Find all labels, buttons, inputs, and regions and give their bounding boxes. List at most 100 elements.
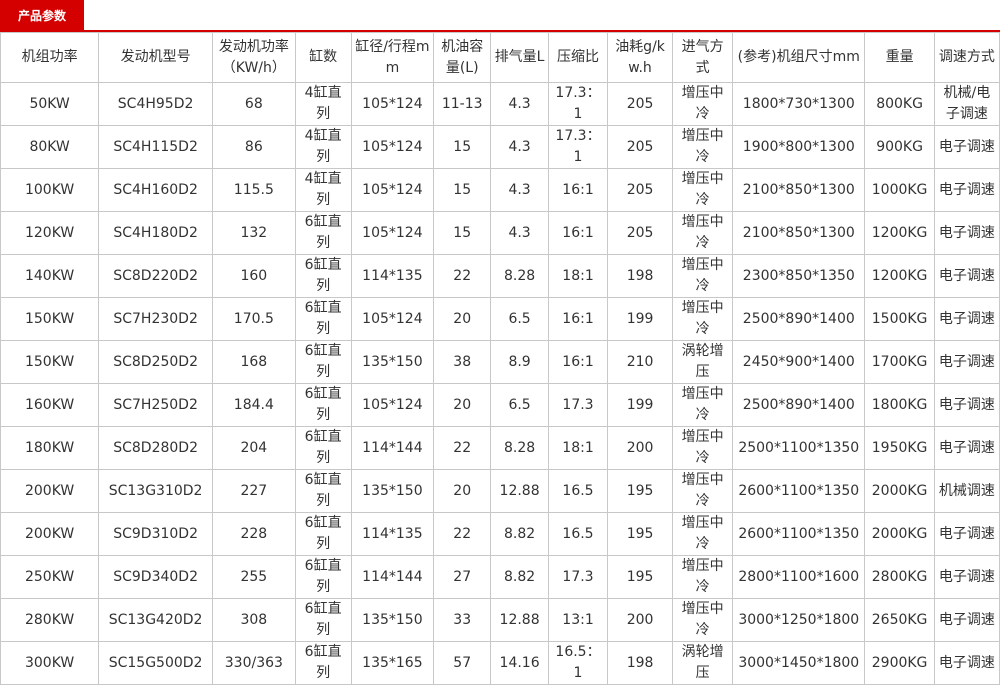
table-row: 180KW SC8D280D2 204 6缸直列 114*144 22 8.28 18:1 20… (0, 426, 1000, 470)
table-cell: 增压中冷 (672, 512, 734, 556)
table-cell: 330/363 (211, 641, 296, 685)
table-cell: 11-13 (433, 82, 492, 126)
table-cell: 增压中冷 (672, 168, 734, 212)
table-cell: 电子调速 (933, 297, 1000, 341)
table-cell: SC13G310D2 (98, 469, 213, 513)
table-cell: 160KW (0, 383, 100, 427)
header-cell: 进气方式 (672, 32, 734, 83)
table-cell: 1900*800*1300 (732, 125, 866, 169)
table-cell: 增压中冷 (672, 426, 734, 470)
table-cell: 100KW (0, 168, 100, 212)
table-cell: 22 (433, 254, 492, 298)
table-cell: SC4H115D2 (98, 125, 213, 169)
table-cell: 20 (433, 383, 492, 427)
tab-product-params[interactable]: 产品参数 (0, 0, 84, 32)
header-row: 机组功率 发动机型号 发动机功率（KW/h） 缸数 缸径/行程mm 机油容量(L… (0, 32, 1000, 83)
table-cell: 17.3：1 (548, 125, 608, 169)
table-cell: 12.88 (490, 469, 550, 513)
table-cell: 1200KG (864, 254, 935, 298)
table-cell: 2000KG (864, 512, 935, 556)
table-cell: 增压中冷 (672, 297, 734, 341)
table-cell: 16.5 (548, 512, 608, 556)
table-cell: 1700KG (864, 340, 935, 384)
table-cell: 15 (433, 125, 492, 169)
table-cell: 205 (606, 125, 674, 169)
header-cell: 缸径/行程mm (350, 32, 435, 83)
table-cell: 205 (606, 168, 674, 212)
table-cell: 6缸直列 (294, 426, 352, 470)
table-cell: 4.3 (490, 168, 550, 212)
table-cell: 8.28 (490, 254, 550, 298)
table-cell: 18:1 (548, 426, 608, 470)
table-cell: 2300*850*1350 (732, 254, 866, 298)
table-cell: 27 (433, 555, 492, 599)
header-cell: 机油容量(L) (433, 32, 492, 83)
table-cell: 4缸直列 (294, 82, 352, 126)
table-row: 50KW SC4H95D2 68 4缸直列 105*124 11-13 4.3 17.3：1 2… (0, 82, 1000, 126)
table-cell: 308 (211, 598, 296, 642)
table-cell: 机械/电子调速 (933, 82, 1000, 126)
table-cell: 199 (606, 383, 674, 427)
table-cell: 2600*1100*1350 (732, 512, 866, 556)
table-cell: 800KG (864, 82, 935, 126)
table-cell: 17.3 (548, 555, 608, 599)
table-cell: 200 (606, 426, 674, 470)
table-cell: 电子调速 (933, 641, 1000, 685)
table-cell: 增压中冷 (672, 469, 734, 513)
table-cell: 电子调速 (933, 254, 1000, 298)
table-cell: 80KW (0, 125, 100, 169)
table-cell: SC4H160D2 (98, 168, 213, 212)
table-cell: 195 (606, 469, 674, 513)
table-cell: 1200KG (864, 211, 935, 255)
table-cell: 105*124 (350, 383, 435, 427)
table-cell: 105*124 (350, 211, 435, 255)
table-cell: 电子调速 (933, 512, 1000, 556)
table-row: 200KW SC13G310D2 227 6缸直列 135*150 20 12.88 16.5… (0, 469, 1000, 513)
table-cell: 205 (606, 82, 674, 126)
header-cell: 缸数 (294, 32, 352, 83)
table-cell: 115.5 (211, 168, 296, 212)
table-cell: 15 (433, 211, 492, 255)
table-cell: 135*150 (350, 340, 435, 384)
table-cell: 114*144 (350, 555, 435, 599)
table-cell: 210 (606, 340, 674, 384)
table-cell: 电子调速 (933, 340, 1000, 384)
table-cell: 198 (606, 641, 674, 685)
header-cell: 压缩比 (548, 32, 608, 83)
table-cell: 50KW (0, 82, 100, 126)
table-cell: 227 (211, 469, 296, 513)
table-cell: 1950KG (864, 426, 935, 470)
table-cell: 114*135 (350, 254, 435, 298)
table-cell: 电子调速 (933, 168, 1000, 212)
table-cell: SC8D220D2 (98, 254, 213, 298)
table-cell: 114*144 (350, 426, 435, 470)
table-cell: 1500KG (864, 297, 935, 341)
table-cell: 增压中冷 (672, 82, 734, 126)
table-cell: 135*150 (350, 469, 435, 513)
table-cell: 增压中冷 (672, 383, 734, 427)
table-cell: 16.5：1 (548, 641, 608, 685)
table-cell: 16:1 (548, 340, 608, 384)
table-row: 300KW SC15G500D2 330/363 6缸直列 135*165 57 14.16… (0, 641, 1000, 685)
header-cell: 发动机功率（KW/h） (211, 32, 296, 83)
table-cell: 6缸直列 (294, 555, 352, 599)
table-cell: 增压中冷 (672, 254, 734, 298)
table-cell: 增压中冷 (672, 211, 734, 255)
table-cell: 电子调速 (933, 426, 1000, 470)
table-cell: 3000*1250*1800 (732, 598, 866, 642)
table-cell: 2600*1100*1350 (732, 469, 866, 513)
table-cell: 22 (433, 512, 492, 556)
table-cell: 195 (606, 512, 674, 556)
table-cell: SC8D280D2 (98, 426, 213, 470)
table-cell: 2650KG (864, 598, 935, 642)
table-cell: 68 (211, 82, 296, 126)
table-cell: 16:1 (548, 211, 608, 255)
table-cell: 150KW (0, 297, 100, 341)
table-cell: 2100*850*1300 (732, 211, 866, 255)
table-cell: 195 (606, 555, 674, 599)
table-cell: SC8D250D2 (98, 340, 213, 384)
table-cell: 160 (211, 254, 296, 298)
table-cell: 22 (433, 426, 492, 470)
table-cell: 4缸直列 (294, 168, 352, 212)
table-cell: 6.5 (490, 383, 550, 427)
